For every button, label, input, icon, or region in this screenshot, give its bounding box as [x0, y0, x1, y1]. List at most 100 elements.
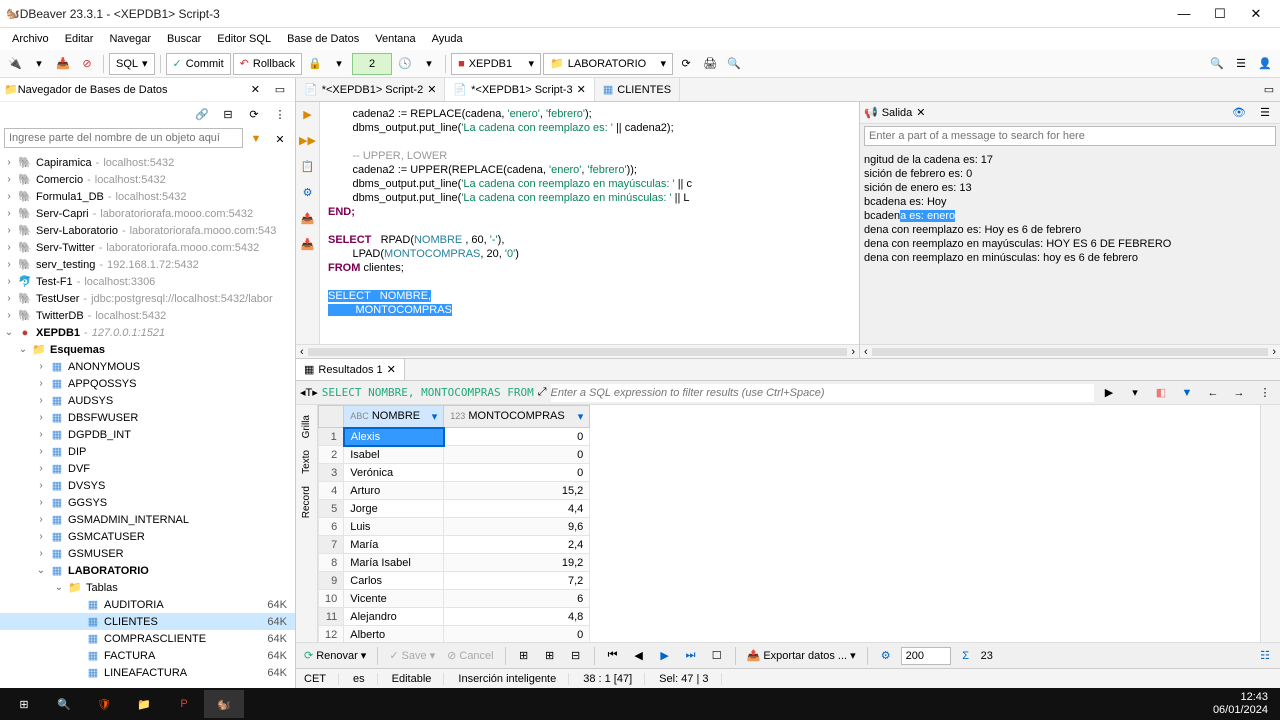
conn-serv-capri[interactable]: ›🐘Serv-Capri - laboratoriorafa.mooo.com:…: [0, 205, 295, 222]
output-close[interactable]: ✕: [916, 106, 925, 119]
minimize-button[interactable]: —: [1166, 2, 1202, 26]
menu-ventana[interactable]: Ventana: [367, 31, 423, 47]
eye-icon[interactable]: 👁: [1228, 102, 1250, 124]
panels-toggle[interactable]: ☷: [1254, 645, 1276, 667]
output-text[interactable]: ngitud de la cadena es: 17 sición de feb…: [860, 148, 1280, 344]
schema-item[interactable]: ›▦APPQOSSYS: [0, 375, 295, 392]
schema-item[interactable]: ›▦GSMUSER: [0, 545, 295, 562]
table-lineafactura[interactable]: ▦LINEAFACTURA64K: [0, 664, 295, 681]
conn-capiramica[interactable]: ›🐘Capiramica - localhost:5432: [0, 154, 295, 171]
tab-clientes[interactable]: ▦CLIENTES: [595, 78, 680, 101]
collapse-icon[interactable]: ⊟: [217, 103, 239, 125]
import-icon[interactable]: 📥: [300, 236, 316, 252]
schema-item[interactable]: ›▦GGSYS: [0, 494, 295, 511]
view-grilla[interactable]: Grilla: [299, 409, 314, 444]
tablas-node[interactable]: ⌄📁Tablas: [0, 579, 295, 596]
stop-icon[interactable]: ⚙: [300, 184, 316, 200]
esquemas-node[interactable]: ⌄📁Esquemas: [0, 341, 295, 358]
menu-navegar[interactable]: Navegar: [101, 31, 159, 47]
import-button[interactable]: 📥: [52, 53, 74, 75]
rollback-button[interactable]: ↶Rollback: [233, 53, 302, 75]
perspective-button[interactable]: ☰: [1230, 53, 1252, 75]
schema-item[interactable]: ›▦ANONYMOUS: [0, 358, 295, 375]
schema-item[interactable]: ›▦DVF: [0, 460, 295, 477]
view-record[interactable]: Record: [299, 480, 314, 524]
conn-test-f1[interactable]: ›🐬Test-F1 - localhost:3306: [0, 273, 295, 290]
sql-button[interactable]: SQL▾: [109, 53, 155, 75]
print-button[interactable]: 🖨: [699, 53, 721, 75]
schema-item[interactable]: ›▦DBSFWUSER: [0, 409, 295, 426]
output-scroll[interactable]: ‹›: [860, 344, 1280, 358]
eraser-icon[interactable]: ◧: [1150, 382, 1172, 404]
txn-dropdown[interactable]: ▾: [328, 53, 350, 75]
last-page[interactable]: ⏭: [680, 645, 702, 667]
conn-xepdb1[interactable]: ⌄●XEPDB1 - 127.0.0.1:1521: [0, 324, 295, 341]
maximize-button[interactable]: ☐: [1202, 2, 1238, 26]
conn-serv-testing[interactable]: ›🐘serv_testing - 192.168.1.72:5432: [0, 256, 295, 273]
page-menu[interactable]: ☐: [706, 645, 728, 667]
nav-fwd[interactable]: →: [1228, 382, 1250, 404]
h-scrollbar[interactable]: ‹›: [296, 344, 859, 358]
results-tab[interactable]: ▦Resultados 1✕: [296, 359, 405, 380]
col-monto[interactable]: 123 MONTOCOMPRAS ▾: [444, 406, 590, 428]
menu-icon[interactable]: ⋮: [269, 103, 291, 125]
right-panels[interactable]: [1260, 405, 1280, 642]
schema-laboratorio[interactable]: ⌄▦LABORATORIO: [0, 562, 295, 579]
page-size-input[interactable]: [901, 647, 951, 665]
filter-input[interactable]: [551, 384, 1095, 402]
schema-item[interactable]: ›▦GSMCATUSER: [0, 528, 295, 545]
explain-icon[interactable]: 📋: [300, 158, 316, 174]
conn-formula1[interactable]: ›🐘Formula1_DB - localhost:5432: [0, 188, 295, 205]
schema-item[interactable]: ›▦GSMADMIN_INTERNAL: [0, 511, 295, 528]
del-row[interactable]: ⊟: [565, 645, 587, 667]
connection-selector[interactable]: ■XEPDB1▾: [451, 53, 541, 75]
conn-testuser[interactable]: ›🐘TestUser - jdbc:postgresql://localhost…: [0, 290, 295, 307]
count-icon[interactable]: Σ: [955, 645, 977, 667]
table-auditoria[interactable]: ▦AUDITORIA64K: [0, 596, 295, 613]
apply-filter[interactable]: ▶: [1098, 382, 1120, 404]
new-connection-button[interactable]: 🔌: [4, 53, 26, 75]
task-dbeaver[interactable]: 🐿️: [204, 690, 244, 718]
menu-ayuda[interactable]: Ayuda: [424, 31, 471, 47]
tab-script-2[interactable]: 📄*<XEPDB1> Script-2✕: [296, 78, 445, 101]
task-brave[interactable]: 🛡: [84, 690, 124, 718]
export-data[interactable]: 📤Exportar datos ...▾: [743, 647, 860, 664]
task-explorer[interactable]: 📁: [124, 690, 164, 718]
sidebar-close[interactable]: ✕: [242, 82, 269, 97]
tab-script-3[interactable]: 📄*<XEPDB1> Script-3✕: [445, 78, 594, 101]
schema-item[interactable]: ›▦DGPDB_INT: [0, 426, 295, 443]
close-button[interactable]: ✕: [1238, 2, 1274, 26]
search-taskbar[interactable]: 🔍: [44, 690, 84, 718]
output-menu[interactable]: ☰: [1254, 102, 1276, 124]
funnel-icon[interactable]: ▼: [1176, 382, 1198, 404]
conn-serv-lab[interactable]: ›🐘Serv-Laboratorio - laboratoriorafa.moo…: [0, 222, 295, 239]
prev-page[interactable]: ◀: [628, 645, 650, 667]
refresh-button[interactable]: ⟳: [675, 53, 697, 75]
refresh-tree-icon[interactable]: ⟳: [243, 103, 265, 125]
db-tree[interactable]: ›🐘Capiramica - localhost:5432 ›🐘Comercio…: [0, 152, 295, 688]
menu-archivo[interactable]: Archivo: [4, 31, 57, 47]
task-powerpoint[interactable]: P: [164, 690, 204, 718]
editor-min[interactable]: ▭: [1258, 78, 1280, 100]
menu-editar[interactable]: Editar: [57, 31, 102, 47]
expand-icon[interactable]: ⤢: [538, 386, 547, 399]
commit-button[interactable]: ✓Commit: [166, 53, 231, 75]
schema-item[interactable]: ›▦DIP: [0, 443, 295, 460]
nav-back[interactable]: ←: [1202, 382, 1224, 404]
conn-comercio[interactable]: ›🐘Comercio - localhost:5432: [0, 171, 295, 188]
dup-row[interactable]: ⊞: [539, 645, 561, 667]
sidebar-min[interactable]: ▭: [269, 79, 291, 101]
table-clientes[interactable]: ▦CLIENTES64K: [0, 613, 295, 630]
next-page[interactable]: ▶: [654, 645, 676, 667]
refresh-results[interactable]: ⟳Renovar▾: [300, 647, 370, 664]
run-icon[interactable]: ▶: [300, 106, 316, 122]
conn-serv-twitter[interactable]: ›🐘Serv-Twitter - laboratoriorafa.mooo.co…: [0, 239, 295, 256]
schema-selector[interactable]: 📁LABORATORIO▾: [543, 53, 673, 75]
output-search-input[interactable]: [864, 126, 1276, 146]
disconnect-button[interactable]: ⊘: [76, 53, 98, 75]
code-editor[interactable]: cadena2 := REPLACE(cadena, 'enero', 'feb…: [320, 102, 859, 344]
search-button[interactable]: 🔍: [1206, 53, 1228, 75]
tab-close[interactable]: ✕: [577, 83, 586, 96]
schema-item[interactable]: ›▦DVSYS: [0, 477, 295, 494]
schema-item[interactable]: ›▦AUDSYS: [0, 392, 295, 409]
